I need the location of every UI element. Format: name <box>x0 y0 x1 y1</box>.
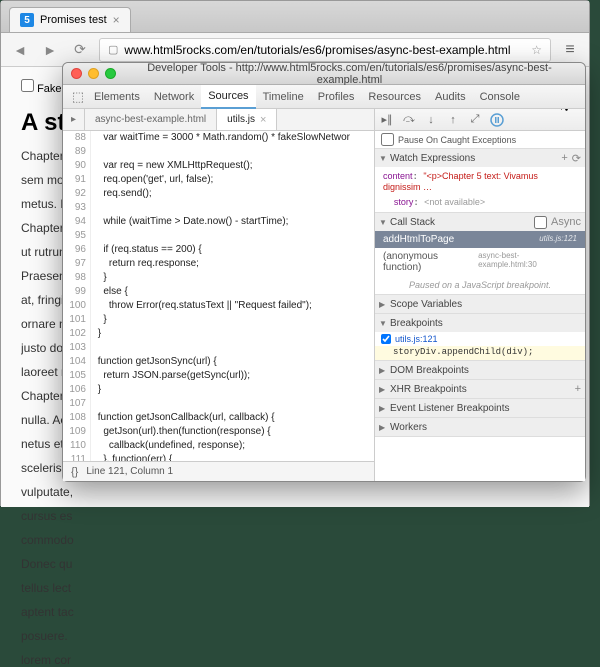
inspect-icon[interactable]: ⬚ <box>69 89 87 105</box>
paused-message: Paused on a JavaScript breakpoint. <box>375 276 585 294</box>
chevron-down-icon: ▼ <box>379 154 387 163</box>
async-checkbox[interactable] <box>534 216 547 229</box>
step-out-button[interactable]: ↑ <box>445 112 461 128</box>
tab-profiles[interactable]: Profiles <box>311 85 362 109</box>
breakpoint-row[interactable]: utils.js:121 <box>375 332 585 346</box>
devtools-titlebar[interactable]: Developer Tools - http://www.html5rocks.… <box>63 63 585 85</box>
watch-row[interactable]: story: <not available> <box>375 195 585 210</box>
tab-elements[interactable]: Elements <box>87 85 147 109</box>
zoom-window-button[interactable] <box>105 68 116 79</box>
close-window-button[interactable] <box>71 68 82 79</box>
close-icon[interactable]: × <box>113 13 120 27</box>
source-file-tabs: ▸ async-best-example.html utils.js× <box>63 109 374 131</box>
forward-button[interactable]: ► <box>39 39 61 61</box>
chevron-down-icon: ▼ <box>379 218 387 227</box>
minimize-window-button[interactable] <box>88 68 99 79</box>
deactivate-bp-button[interactable]: ⤢ <box>467 112 483 128</box>
add-watch-icon[interactable]: + <box>561 152 567 165</box>
devtools-window: Developer Tools - http://www.html5rocks.… <box>62 62 586 482</box>
code-editor[interactable]: 8889909192939495969798991001011021031041… <box>63 131 374 461</box>
xhr-bp-header[interactable]: ▶XHR Breakpoints+ <box>375 380 585 398</box>
refresh-watch-icon[interactable]: ⟳ <box>572 152 581 165</box>
chevron-right-icon: ▶ <box>379 385 387 394</box>
dom-bp-header[interactable]: ▶DOM Breakpoints <box>375 361 585 379</box>
tab-audits[interactable]: Audits <box>428 85 473 109</box>
callstack-frame[interactable]: (anonymous function) async-best-example.… <box>375 248 585 276</box>
resume-button[interactable]: ▸∥ <box>379 112 395 128</box>
watch-row[interactable]: content: "<p>Chapter 5 text: Vivamus dig… <box>375 169 585 195</box>
breakpoint-code: storyDiv.appendChild(div); <box>375 346 585 360</box>
source-pane: ▸ async-best-example.html utils.js× 8889… <box>63 109 375 481</box>
pause-caught-checkbox[interactable] <box>381 133 394 146</box>
step-into-button[interactable]: ↓ <box>423 112 439 128</box>
navigator-toggle-icon[interactable]: ▸ <box>63 109 85 130</box>
tab-network[interactable]: Network <box>147 85 201 109</box>
tab-resources[interactable]: Resources <box>361 85 428 109</box>
chevron-right-icon: ▶ <box>379 404 387 413</box>
back-button[interactable]: ◄ <box>9 39 31 61</box>
para: vulputate, <box>21 485 81 499</box>
tab-timeline[interactable]: Timeline <box>256 85 311 109</box>
tab-sources[interactable]: Sources <box>201 85 255 109</box>
para: tellus lect <box>21 581 81 595</box>
source-tab-2[interactable]: utils.js× <box>217 109 277 130</box>
line-gutter: 8889909192939495969798991001011021031041… <box>63 131 91 461</box>
pretty-print-icon[interactable]: {} <box>71 466 78 478</box>
breakpoint-checkbox[interactable] <box>381 334 391 344</box>
add-xhr-bp-icon[interactable]: + <box>575 383 581 395</box>
chevron-right-icon: ▶ <box>379 366 387 375</box>
evt-bp-header[interactable]: ▶Event Listener Breakpoints <box>375 399 585 417</box>
pause-caught-row[interactable]: Pause On Caught Exceptions <box>375 131 585 149</box>
favicon: 5 <box>20 13 34 27</box>
page-icon: ▢ <box>108 43 118 56</box>
source-tab-1[interactable]: async-best-example.html <box>85 109 217 130</box>
chevron-down-icon: ▼ <box>379 319 387 328</box>
breakpoints-header[interactable]: ▼Breakpoints <box>375 314 585 332</box>
tab-console[interactable]: Console <box>473 85 527 109</box>
callstack-frame[interactable]: addHtmlToPage utils.js:121 <box>375 231 585 248</box>
debug-pane: ▸∥ ⤼ ↓ ↑ ⤢ Pause On Caught Exceptions ▼ … <box>375 109 585 481</box>
browser-tab[interactable]: 5 Promises test × <box>9 7 131 32</box>
para: lorem cor <box>21 653 81 667</box>
devtools-panel-tabs: ⬚ Elements Network Sources Timeline Prof… <box>63 85 585 109</box>
devtools-title: Developer Tools - http://www.html5rocks.… <box>122 62 577 86</box>
url-text: www.html5rocks.com/en/tutorials/es6/prom… <box>124 43 510 57</box>
menu-icon[interactable]: ≡ <box>559 39 581 61</box>
para: cursus es <box>21 509 81 523</box>
close-icon[interactable]: × <box>260 114 266 126</box>
step-over-button[interactable]: ⤼ <box>401 112 417 128</box>
traffic-lights[interactable] <box>71 68 116 79</box>
para: commodo <box>21 533 81 547</box>
cursor-icon <box>561 109 573 112</box>
tab-title: Promises test <box>40 14 107 26</box>
cursor-position: Line 121, Column 1 <box>86 466 173 477</box>
watch-header[interactable]: ▼ Watch Expressions +⟳ <box>375 149 585 167</box>
reload-button[interactable]: ⟳ <box>69 39 91 61</box>
bookmark-icon[interactable]: ☆ <box>531 43 542 57</box>
url-input[interactable]: ▢ www.html5rocks.com/en/tutorials/es6/pr… <box>99 38 551 62</box>
scope-header[interactable]: ▶Scope Variables <box>375 295 585 313</box>
para: aptent tac <box>21 605 81 619</box>
debug-toolbar: ▸∥ ⤼ ↓ ↑ ⤢ <box>375 109 585 131</box>
code-area[interactable]: var waitTime = 3000 * Math.random() * fa… <box>91 131 374 461</box>
para: posuere. <box>21 629 81 643</box>
breakpoint-link[interactable]: utils.js:121 <box>395 334 438 344</box>
pause-exceptions-button[interactable] <box>489 112 505 128</box>
workers-header[interactable]: ▶Workers <box>375 418 585 436</box>
chevron-right-icon: ▶ <box>379 423 387 432</box>
source-status-bar: {} Line 121, Column 1 <box>63 461 374 481</box>
chevron-right-icon: ▶ <box>379 300 387 309</box>
callstack-header[interactable]: ▼ Call Stack Async <box>375 213 585 231</box>
browser-tab-bar: 5 Promises test × <box>1 1 589 33</box>
para: Donec qu <box>21 557 81 571</box>
